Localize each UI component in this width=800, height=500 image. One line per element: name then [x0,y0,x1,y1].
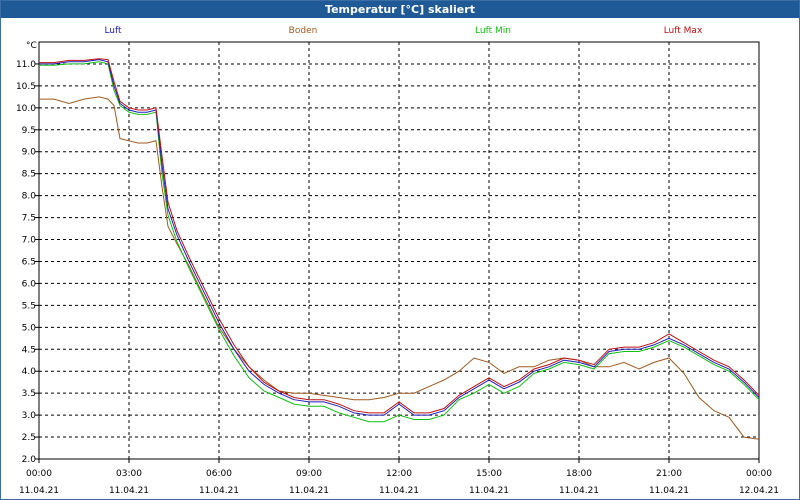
legend-entry-luft: Luft [104,26,122,36]
x-tick-date: 11.04.21 [559,486,599,496]
y-tick-label: 7.0 [22,236,37,246]
x-tick-date: 11.04.21 [289,486,329,496]
x-tick-time: 00:00 [26,469,52,479]
x-tick-date: 11.04.21 [109,486,149,496]
x-tick-time: 21:00 [656,469,682,479]
x-tick-time: 00:00 [746,469,772,479]
x-tick-date: 11.04.21 [469,486,509,496]
y-tick-label: 5.5 [22,301,36,311]
x-tick-date: 11.04.21 [379,486,419,496]
y-tick-label: 3.5 [22,389,36,399]
y-tick-label: 11.0 [16,60,36,70]
y-tick-label: 9.5 [22,126,36,136]
x-tick-time: 06:00 [206,469,232,479]
x-tick-time: 18:00 [566,469,592,479]
x-tick-time: 09:00 [296,469,322,479]
y-tick-label: 4.0 [22,367,37,377]
y-tick-label: 7.5 [22,214,36,224]
legend-entry-boden: Boden [289,26,318,36]
y-tick-label: 10.0 [16,104,36,114]
y-tick-label: 6.5 [22,257,36,267]
y-axis-unit: °C [26,41,37,51]
x-tick-date: 11.04.21 [199,486,239,496]
y-tick-label: 8.5 [22,170,36,180]
x-tick-date: 11.04.21 [649,486,689,496]
y-tick-label: 8.0 [22,192,37,202]
y-tick-label: 9.0 [22,148,37,158]
x-tick-date: 12.04.21 [739,486,779,496]
y-tick-label: 2.0 [22,455,37,465]
legend-entry-luft-min: Luft Min [475,26,511,36]
x-tick-time: 15:00 [476,469,502,479]
y-tick-label: 6.0 [22,279,37,289]
y-tick-label: 4.5 [22,345,36,355]
y-tick-label: 10.5 [16,82,36,92]
y-tick-label: 5.0 [22,323,37,333]
x-tick-time: 03:00 [116,469,142,479]
legend-entry-luft-max: Luft Max [664,26,703,36]
y-tick-label: 3.0 [22,411,37,421]
x-tick-time: 12:00 [386,469,412,479]
temperature-chart: 2.0 2.5 3.0 3.5 4.0 4.5 5.0 5.5 6.0 6.5 7.0 7.5 8.0 8… [16,26,779,496]
x-tick-date: 11.04.21 [19,486,59,496]
y-tick-label: 2.5 [22,433,36,443]
